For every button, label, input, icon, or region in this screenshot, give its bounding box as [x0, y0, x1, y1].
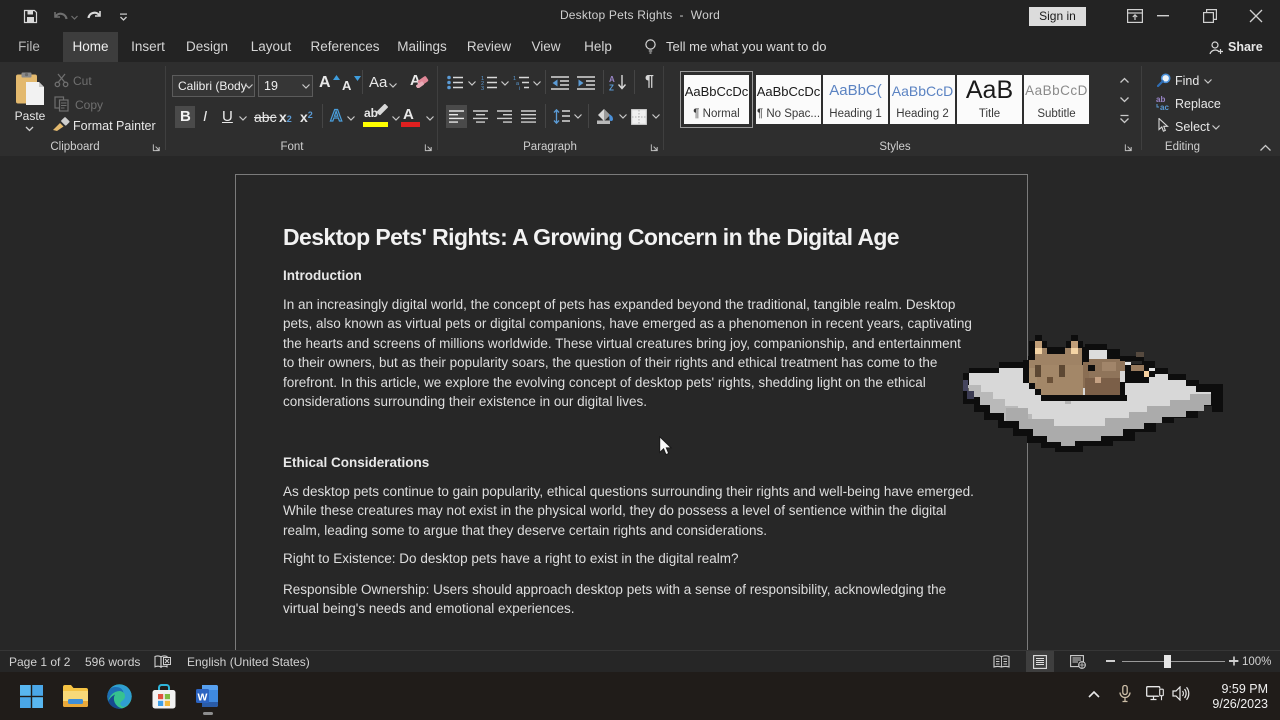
svg-text:3: 3	[481, 86, 484, 90]
svg-text:Z: Z	[609, 84, 614, 92]
svg-text:W: W	[198, 692, 208, 704]
svg-text:ac: ac	[1160, 103, 1169, 110]
svg-text:i: i	[519, 86, 520, 90]
